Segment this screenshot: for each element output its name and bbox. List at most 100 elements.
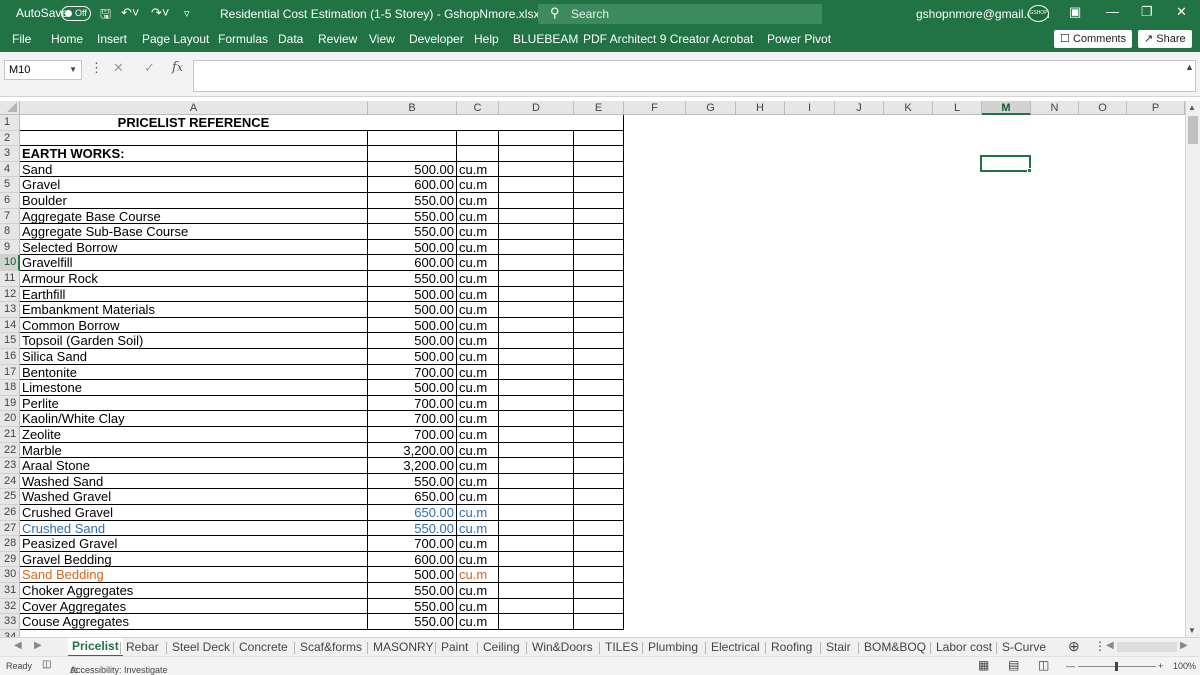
- cell[interactable]: [499, 583, 574, 599]
- row-header-18[interactable]: 18: [0, 380, 20, 396]
- item-price[interactable]: 650.00: [368, 489, 457, 505]
- sheet-tab-s-curve[interactable]: S-Curve: [1002, 640, 1046, 654]
- cancel-icon[interactable]: ✕: [113, 60, 124, 76]
- customize-qat-icon[interactable]: ▿: [184, 7, 190, 20]
- item-price[interactable]: 3,200.00: [368, 458, 457, 474]
- tab-file[interactable]: File: [12, 32, 31, 46]
- item-unit[interactable]: cu.m: [457, 427, 499, 443]
- cell[interactable]: [499, 333, 574, 349]
- item-name[interactable]: Peasized Gravel: [20, 536, 368, 552]
- row-header-16[interactable]: 16: [0, 349, 20, 365]
- vertical-scrollbar[interactable]: ▲ ▼: [1185, 101, 1200, 637]
- item-unit[interactable]: cu.m: [457, 598, 499, 615]
- row-header-8[interactable]: 8: [0, 224, 20, 240]
- tab-view[interactable]: View: [369, 32, 395, 46]
- cell[interactable]: [574, 380, 624, 396]
- normal-view-icon[interactable]: ▦: [978, 658, 989, 672]
- cell[interactable]: [499, 286, 574, 303]
- item-name[interactable]: Sand: [20, 161, 368, 178]
- item-name[interactable]: Aggregate Base Course: [20, 208, 368, 225]
- item-unit[interactable]: cu.m: [457, 411, 499, 427]
- sheet-tab-scaf-forms[interactable]: Scaf&forms: [300, 640, 362, 654]
- cell[interactable]: [499, 458, 574, 474]
- sheet-tab-tiles[interactable]: TILES: [605, 640, 638, 654]
- item-price[interactable]: 650.00: [368, 505, 457, 521]
- cell[interactable]: [499, 317, 574, 334]
- sheet-tab-concrete[interactable]: Concrete: [239, 640, 288, 654]
- item-price[interactable]: 500.00: [368, 302, 457, 318]
- item-name[interactable]: Washed Sand: [20, 473, 368, 490]
- tab-review[interactable]: Review: [318, 32, 357, 46]
- cell[interactable]: [499, 177, 574, 193]
- section-header[interactable]: EARTH WORKS:: [20, 146, 368, 162]
- item-name[interactable]: Silica Sand: [20, 349, 368, 365]
- item-name[interactable]: Earthfill: [20, 286, 368, 303]
- cell[interactable]: [499, 193, 574, 209]
- comments-button[interactable]: ☐ Comments: [1054, 30, 1133, 48]
- row-header-32[interactable]: 32: [0, 598, 20, 615]
- item-unit[interactable]: cu.m: [457, 489, 499, 505]
- row-header-5[interactable]: 5: [0, 177, 20, 193]
- cell[interactable]: [574, 364, 624, 381]
- cell[interactable]: [499, 146, 574, 162]
- item-price[interactable]: 550.00: [368, 271, 457, 287]
- cell[interactable]: [499, 567, 574, 583]
- scroll-thumb[interactable]: [1188, 116, 1198, 144]
- cell[interactable]: [499, 551, 574, 568]
- row-header-15[interactable]: 15: [0, 333, 20, 349]
- sheet-tab-electrical[interactable]: Electrical: [711, 640, 760, 654]
- cell[interactable]: [574, 489, 624, 505]
- row-header-4[interactable]: 4: [0, 161, 20, 178]
- insert-function-icon[interactable]: fx: [172, 60, 183, 75]
- column-header-a[interactable]: A: [20, 101, 368, 115]
- cell[interactable]: [457, 146, 499, 162]
- cell[interactable]: [499, 349, 574, 365]
- cell[interactable]: [574, 349, 624, 365]
- cell[interactable]: [499, 505, 574, 521]
- cell[interactable]: [574, 458, 624, 474]
- item-unit[interactable]: cu.m: [457, 302, 499, 318]
- cell[interactable]: [574, 614, 624, 630]
- cell[interactable]: [574, 193, 624, 209]
- pricelist-title[interactable]: PRICELIST REFERENCE: [20, 115, 624, 131]
- item-price[interactable]: 700.00: [368, 427, 457, 443]
- cell[interactable]: [574, 271, 624, 287]
- hscroll-left-icon[interactable]: ◀: [1106, 640, 1114, 651]
- scroll-up-icon[interactable]: ▲: [1188, 103, 1196, 112]
- item-price[interactable]: 550.00: [368, 583, 457, 599]
- cell[interactable]: [574, 598, 624, 615]
- row-header-23[interactable]: 23: [0, 458, 20, 474]
- cell[interactable]: [574, 161, 624, 178]
- row-header-13[interactable]: 13: [0, 302, 20, 318]
- cell[interactable]: [574, 583, 624, 599]
- sheet-tab-rebar[interactable]: Rebar: [126, 640, 159, 654]
- cell[interactable]: [499, 302, 574, 318]
- more-sheets-icon[interactable]: ⋮: [1094, 639, 1106, 653]
- cell[interactable]: [499, 614, 574, 630]
- item-price[interactable]: 550.00: [368, 208, 457, 225]
- cell[interactable]: [574, 302, 624, 318]
- undo-icon[interactable]: ↶˅: [121, 5, 139, 21]
- tab-pdf-architect[interactable]: PDF Architect 9 Creator: [583, 32, 710, 46]
- item-price[interactable]: 700.00: [368, 364, 457, 381]
- zoom-slider-thumb[interactable]: [1115, 662, 1118, 671]
- row-header-2[interactable]: 2: [0, 130, 20, 147]
- zoom-in-icon[interactable]: +: [1158, 661, 1163, 671]
- cell[interactable]: [574, 333, 624, 349]
- redo-icon[interactable]: ↷˅: [151, 5, 169, 21]
- cell[interactable]: [499, 364, 574, 381]
- close-icon[interactable]: ✕: [1176, 4, 1187, 20]
- column-header-m[interactable]: M: [982, 101, 1031, 115]
- cell[interactable]: [574, 317, 624, 334]
- column-header-g[interactable]: G: [686, 101, 736, 115]
- save-icon[interactable]: 🖫: [100, 5, 111, 27]
- cell[interactable]: [499, 427, 574, 443]
- row-header-20[interactable]: 20: [0, 411, 20, 427]
- sheet-tab-bom-boq[interactable]: BOM&BOQ: [864, 640, 926, 654]
- item-price[interactable]: 550.00: [368, 193, 457, 209]
- cell[interactable]: [499, 208, 574, 225]
- item-unit[interactable]: cu.m: [457, 458, 499, 474]
- column-header-i[interactable]: I: [785, 101, 835, 115]
- cell[interactable]: [574, 130, 624, 147]
- tab-home[interactable]: Home: [51, 32, 83, 46]
